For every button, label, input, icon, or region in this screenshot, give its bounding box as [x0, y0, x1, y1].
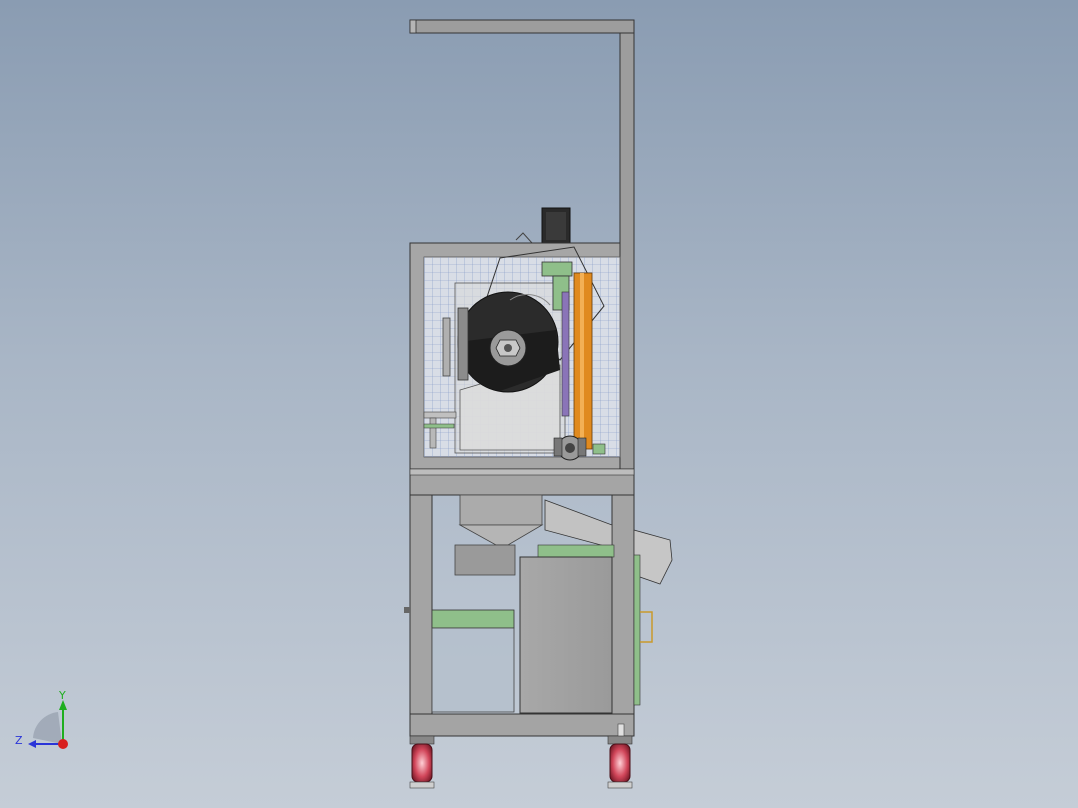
- collection-bin: [431, 609, 515, 713]
- top-motor: [515, 207, 571, 245]
- model-drawing[interactable]: Y Z: [0, 0, 1078, 808]
- x-axis-dot: [58, 739, 68, 749]
- orientation-triad[interactable]: Y Z: [15, 689, 68, 749]
- caster-left: [409, 735, 435, 789]
- control-cabinet: [519, 556, 613, 714]
- y-axis-label: Y: [58, 689, 66, 702]
- table-top: [409, 468, 635, 496]
- z-axis-label: Z: [15, 734, 23, 747]
- cad-viewport[interactable]: Y Z: [0, 0, 1078, 808]
